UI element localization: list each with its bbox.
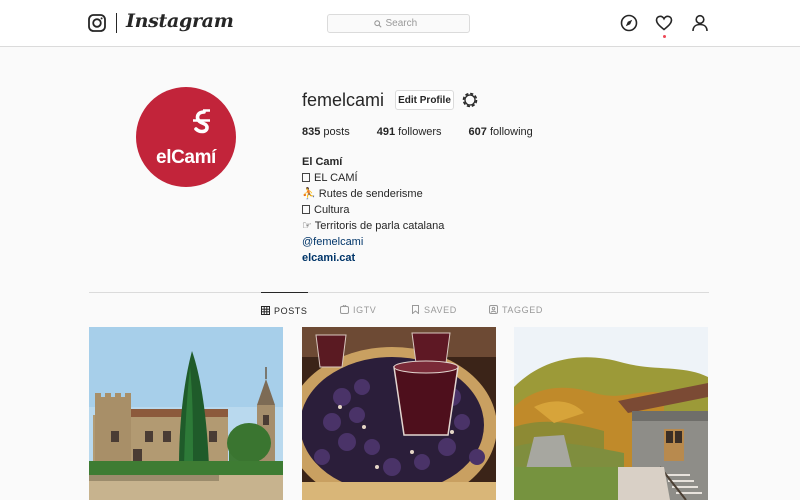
bio-line: ☞ Territoris de parla catalana [302, 220, 445, 232]
bio-line: EL CAMÍ [302, 170, 444, 186]
emoji-placeholder-icon [302, 205, 310, 214]
nav-divider [116, 13, 117, 33]
stat-label: followers [398, 126, 442, 138]
stat-count: 491 [376, 126, 396, 138]
profile-icon[interactable] [691, 14, 709, 32]
stat-label: posts [323, 126, 350, 138]
profile-bio: El Camí EL CAMÍ ⛹ Rutes de senderisme Cu… [302, 154, 444, 266]
post-image-cake [302, 327, 496, 500]
grid-icon [261, 306, 270, 315]
tab-tagged[interactable]: TAGGED [489, 292, 543, 328]
stat-following[interactable]: 607 following [469, 126, 533, 138]
tab-label: TAGGED [502, 305, 543, 315]
settings-gear-icon[interactable] [461, 91, 479, 109]
compass-icon[interactable] [620, 14, 638, 32]
avatar-text: elCamí [156, 147, 216, 168]
bookmark-icon [412, 305, 419, 314]
tab-posts[interactable]: POSTS [261, 292, 308, 328]
bio-full-name: El Camí [302, 156, 343, 168]
profile-stats: 835 posts 491 followers 607 following [302, 126, 533, 138]
tab-label: SAVED [424, 305, 457, 315]
tab-igtv[interactable]: IGTV [340, 292, 376, 328]
tab-label: POSTS [274, 306, 308, 316]
igtv-icon [340, 305, 349, 314]
elcami-logo-icon [193, 109, 210, 134]
bio-website-link[interactable]: elcami.cat [302, 250, 444, 266]
instagram-wordmark[interactable]: Instagram [126, 10, 234, 32]
post-thumbnail[interactable] [514, 327, 708, 500]
stat-followers[interactable]: 491 followers [377, 126, 442, 138]
stat-label: following [489, 126, 533, 138]
hiker-emoji-icon: ⛹ [302, 188, 316, 200]
tab-label: IGTV [353, 305, 377, 315]
stat-count: 607 [468, 126, 487, 138]
bio-line: Cultura [302, 202, 444, 218]
tab-saved[interactable]: SAVED [411, 292, 457, 328]
search-icon [373, 19, 382, 28]
post-image-mountain-house [514, 327, 708, 500]
bio-mention-link[interactable]: @femelcami [302, 234, 444, 250]
instagram-logo-icon[interactable] [88, 14, 106, 32]
tabs-divider [89, 292, 709, 293]
post-thumbnail[interactable] [89, 327, 283, 500]
edit-profile-button[interactable]: Edit Profile [395, 90, 454, 110]
tag-icon [489, 305, 498, 314]
profile-username: femelcami [302, 90, 385, 110]
heart-icon[interactable] [655, 14, 673, 32]
notification-dot [663, 35, 666, 38]
bio-line: ⛹ Rutes de senderisme [302, 188, 423, 200]
stat-count: 835 [302, 126, 321, 138]
post-thumbnail[interactable] [302, 327, 496, 500]
stat-posts: 835 posts [302, 126, 350, 138]
search-box[interactable] [327, 14, 470, 33]
profile-avatar[interactable]: elCamí [136, 87, 236, 187]
emoji-placeholder-icon [302, 173, 310, 182]
top-nav-bar: Instagram [0, 0, 800, 47]
search-input[interactable] [385, 18, 424, 29]
post-image-castle [89, 327, 283, 500]
pointing-hand-icon: ☞ [302, 220, 312, 232]
